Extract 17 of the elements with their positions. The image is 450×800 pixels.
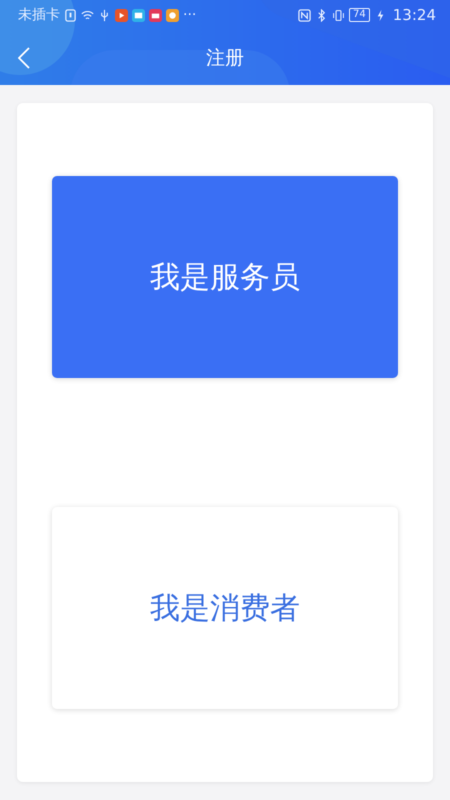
- sim-icon: [64, 8, 77, 22]
- wifi-icon: [81, 8, 94, 22]
- role-option[interactable]: 我是服务员: [52, 176, 398, 378]
- battery-indicator: 74: [349, 8, 370, 22]
- role-option[interactable]: 我是消费者: [52, 507, 398, 709]
- usb-icon: [98, 8, 111, 22]
- more-notifications-text: ···: [183, 7, 196, 23]
- nfc-icon: [298, 8, 312, 22]
- app-icon: [132, 8, 145, 22]
- vibrate-icon: [332, 8, 346, 22]
- app-icon: [115, 8, 128, 22]
- app-icon: [149, 8, 162, 22]
- page-title: 注册: [206, 46, 244, 70]
- carrier-text: 未插卡: [18, 6, 60, 24]
- back-icon: [18, 47, 30, 69]
- clock-text: 13:24: [392, 6, 436, 24]
- app-icon: [166, 8, 179, 22]
